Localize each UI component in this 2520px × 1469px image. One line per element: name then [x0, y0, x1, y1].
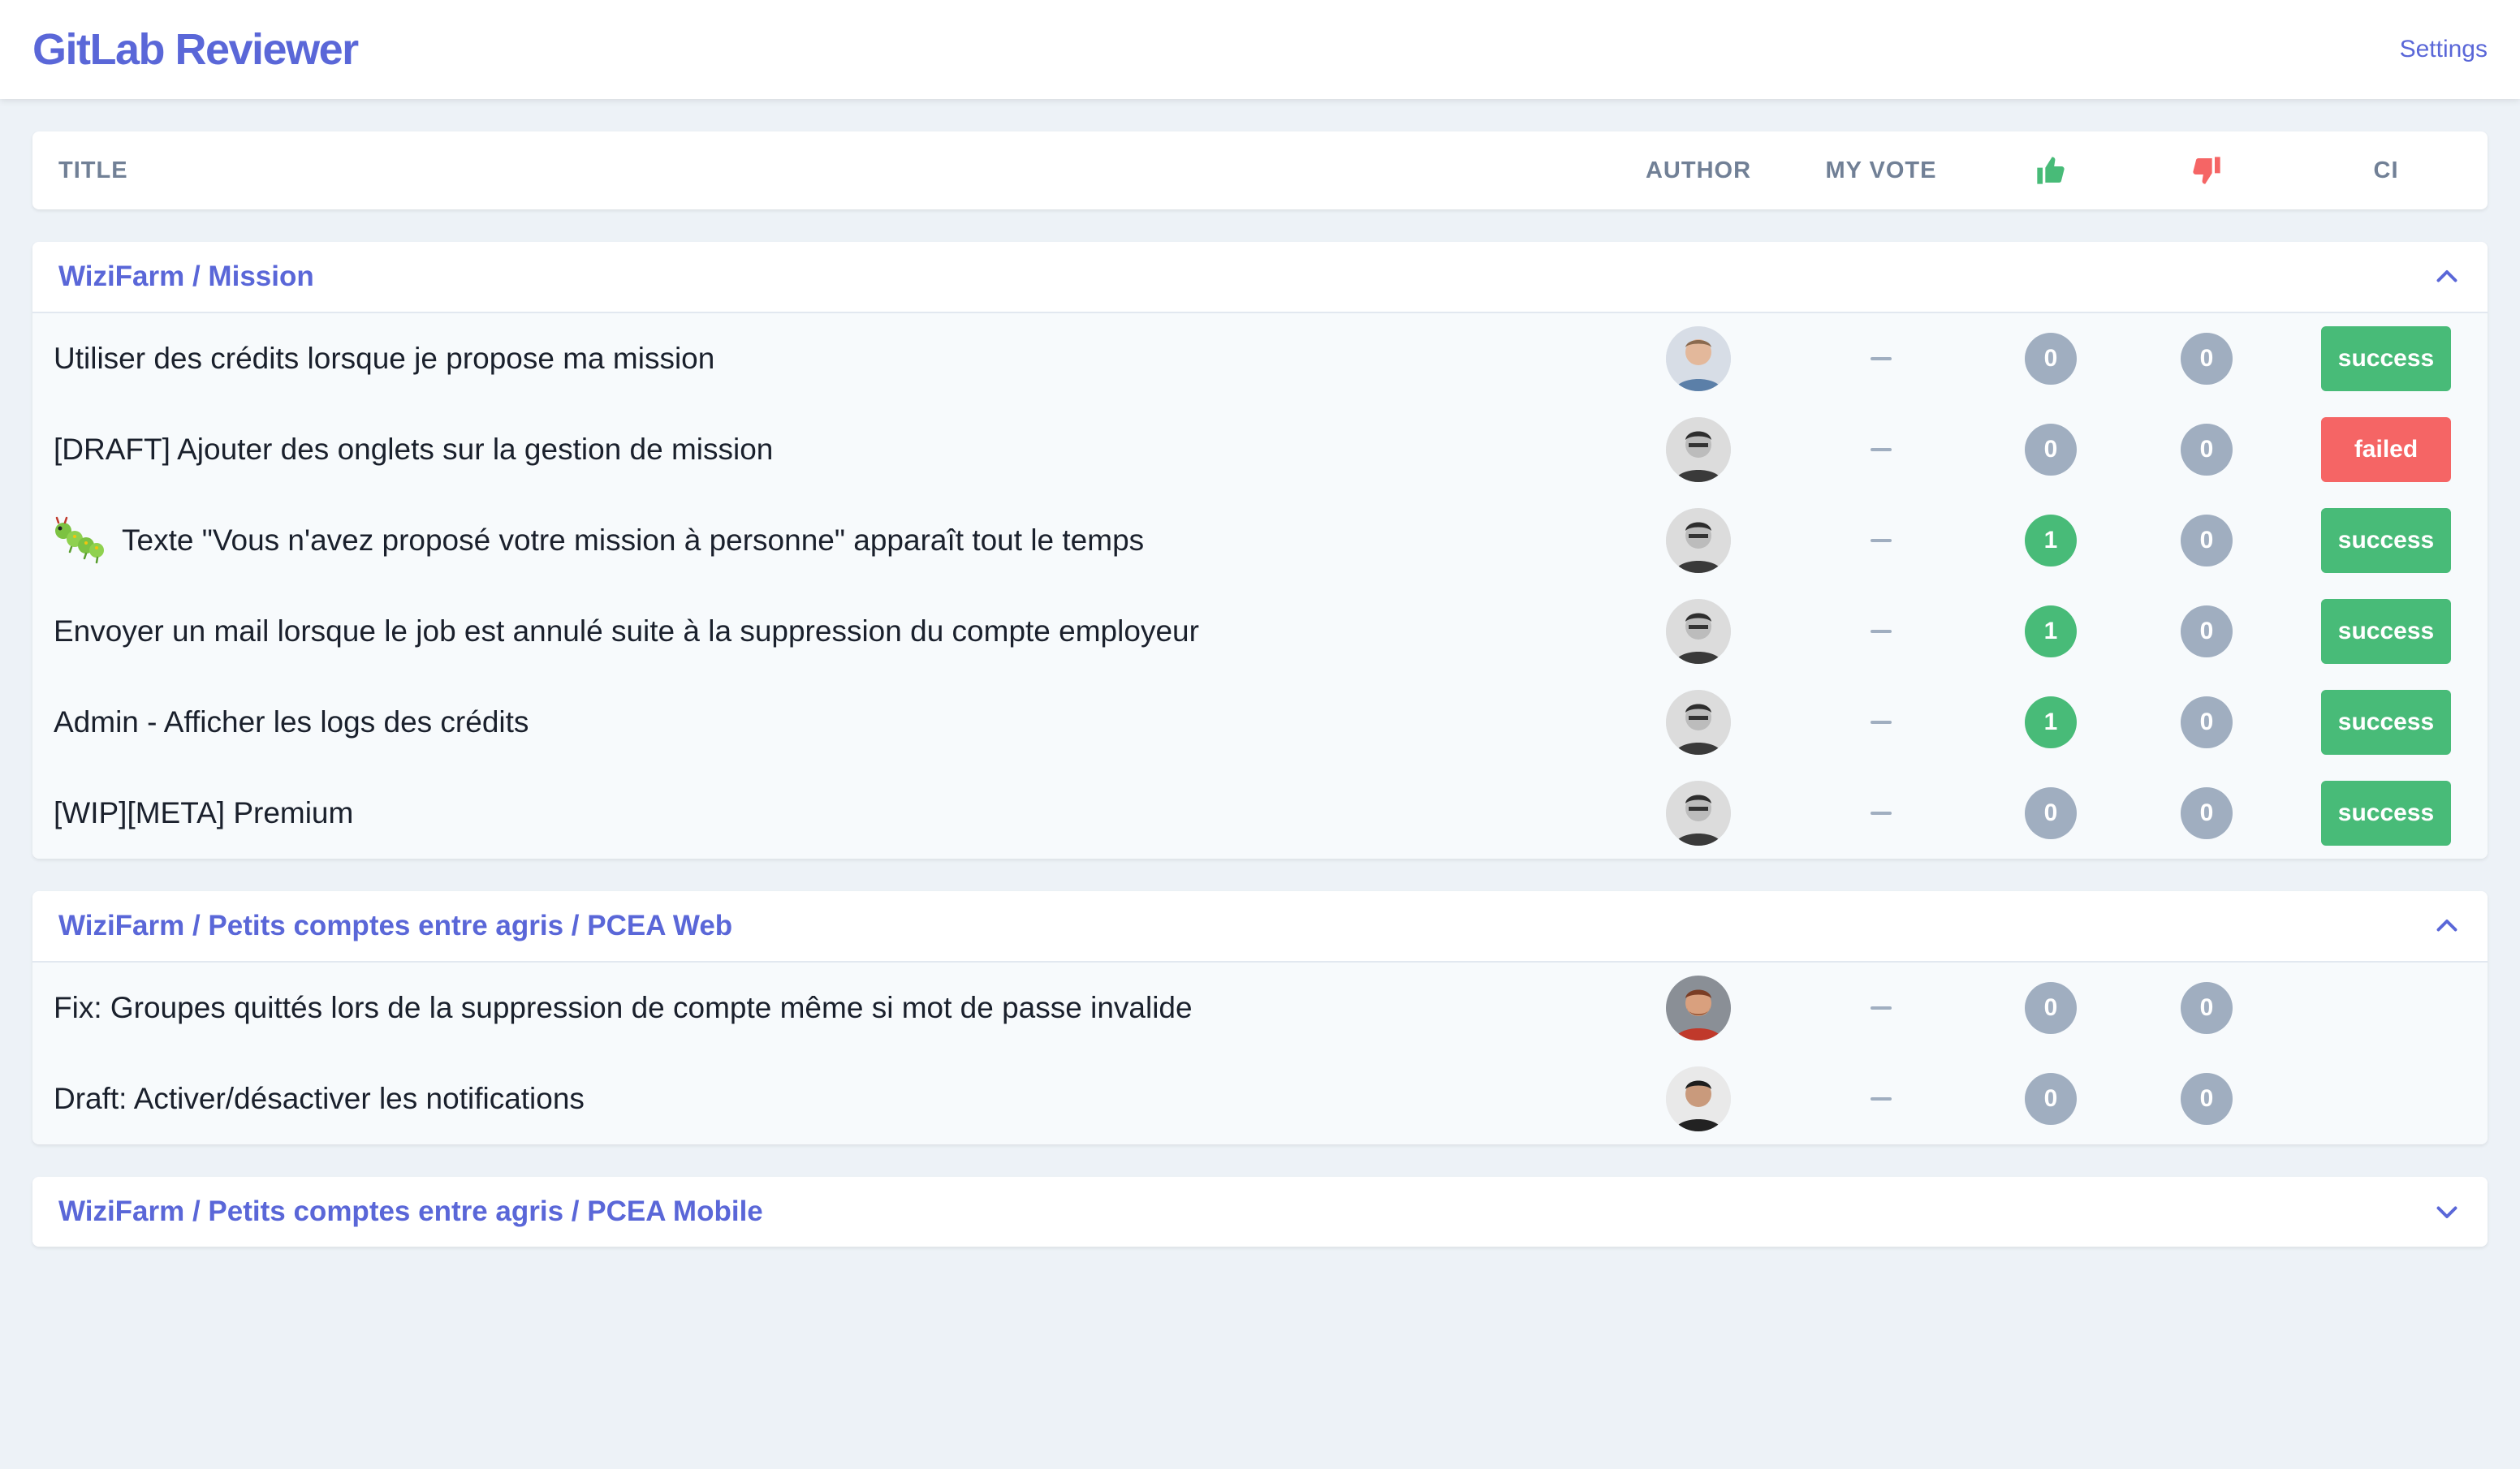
mr-title[interactable]: Texte "Vous n'avez proposé votre mission… — [122, 523, 1144, 558]
merge-request-row[interactable]: Utiliser des crédits lorsque je propose … — [32, 313, 2488, 404]
mr-title[interactable]: Admin - Afficher les logs des crédits — [54, 705, 529, 739]
upvote-count: 0 — [2025, 333, 2077, 385]
project-group-pcea-web: WiziFarm / Petits comptes entre agris / … — [32, 891, 2488, 1144]
upvote-count: 1 — [2025, 515, 2077, 566]
chevron-down-icon[interactable] — [2432, 1197, 2462, 1226]
merge-request-row[interactable]: Envoyer un mail lorsque le job est annul… — [32, 586, 2488, 677]
avatar — [1666, 1066, 1731, 1131]
ci-status-badge[interactable]: success — [2321, 781, 2451, 846]
merge-request-row[interactable]: [DRAFT] Ajouter des onglets sur la gesti… — [32, 404, 2488, 495]
downvote-count: 0 — [2181, 696, 2233, 748]
my-vote-empty — [1871, 448, 1892, 451]
mr-title[interactable]: Envoyer un mail lorsque le job est annul… — [54, 614, 1199, 648]
my-vote-empty — [1871, 539, 1892, 542]
my-vote-empty — [1871, 1006, 1892, 1010]
mr-title[interactable]: [DRAFT] Ajouter des onglets sur la gesti… — [54, 433, 773, 467]
upvote-count: 0 — [2025, 424, 2077, 476]
merge-request-row[interactable]: [WIP][META] Premium 0 0 success — [32, 768, 2488, 859]
group-title: WiziFarm / Mission — [58, 261, 314, 292]
column-header-ci: CI — [2373, 157, 2399, 183]
avatar — [1666, 690, 1731, 755]
upvote-count: 0 — [2025, 1073, 2077, 1125]
ci-status-badge[interactable]: success — [2321, 690, 2451, 755]
thumbs-up-icon — [2035, 154, 2067, 187]
avatar — [1666, 599, 1731, 664]
mr-title[interactable]: [WIP][META] Premium — [54, 796, 353, 830]
chevron-up-icon[interactable] — [2432, 911, 2462, 941]
column-header-my-vote: MY VOTE — [1825, 157, 1937, 183]
project-group-pcea-mobile: WiziFarm / Petits comptes entre agris / … — [32, 1177, 2488, 1247]
group-title: WiziFarm / Petits comptes entre agris / … — [58, 1195, 763, 1227]
merge-request-row[interactable]: Draft: Activer/désactiver les notificati… — [32, 1053, 2488, 1144]
merge-request-row[interactable]: Fix: Groupes quittés lors de la suppress… — [32, 963, 2488, 1053]
group-header-toggle[interactable]: WiziFarm / Mission — [32, 242, 2488, 312]
downvote-count: 0 — [2181, 333, 2233, 385]
ci-status-badge[interactable]: success — [2321, 508, 2451, 573]
group-title: WiziFarm / Petits comptes entre agris / … — [58, 910, 733, 941]
my-vote-empty — [1871, 630, 1892, 633]
downvote-count: 0 — [2181, 1073, 2233, 1125]
my-vote-empty — [1871, 721, 1892, 724]
downvote-count: 0 — [2181, 515, 2233, 566]
thumbs-down-icon — [2190, 154, 2223, 187]
mr-title[interactable]: Draft: Activer/désactiver les notificati… — [54, 1082, 585, 1116]
mr-title[interactable]: Utiliser des crédits lorsque je propose … — [54, 342, 714, 376]
merge-request-row[interactable]: Texte "Vous n'avez proposé votre mission… — [32, 495, 2488, 586]
app-title: GitLab Reviewer — [32, 25, 359, 74]
ci-status-badge[interactable]: success — [2321, 326, 2451, 391]
downvote-count: 0 — [2181, 424, 2233, 476]
downvote-count: 0 — [2181, 982, 2233, 1034]
avatar — [1666, 508, 1731, 573]
my-vote-empty — [1871, 357, 1892, 360]
downvote-count: 0 — [2181, 787, 2233, 839]
my-vote-empty — [1871, 812, 1892, 815]
project-group-mission: WiziFarm / Mission Utiliser des crédits … — [32, 242, 2488, 859]
upvote-count: 0 — [2025, 787, 2077, 839]
main-content: TITLE AUTHOR MY VOTE CI WiziFarm / Missi… — [32, 131, 2488, 1247]
downvote-count: 0 — [2181, 605, 2233, 657]
group-header-toggle[interactable]: WiziFarm / Petits comptes entre agris / … — [32, 891, 2488, 961]
bug-icon — [54, 515, 106, 566]
merge-request-row[interactable]: Admin - Afficher les logs des crédits 1 … — [32, 677, 2488, 768]
ci-status-badge[interactable]: success — [2321, 599, 2451, 664]
mr-title[interactable]: Fix: Groupes quittés lors de la suppress… — [54, 991, 1193, 1025]
group-header-toggle[interactable]: WiziFarm / Petits comptes entre agris / … — [32, 1177, 2488, 1247]
avatar — [1666, 976, 1731, 1040]
avatar — [1666, 417, 1731, 482]
table-header: TITLE AUTHOR MY VOTE CI — [32, 131, 2488, 209]
top-navbar: GitLab Reviewer Settings — [0, 0, 2520, 99]
column-header-title: TITLE — [58, 157, 128, 183]
upvote-count: 1 — [2025, 696, 2077, 748]
avatar — [1666, 781, 1731, 846]
upvote-count: 0 — [2025, 982, 2077, 1034]
my-vote-empty — [1871, 1097, 1892, 1101]
settings-link[interactable]: Settings — [2400, 36, 2488, 63]
avatar — [1666, 326, 1731, 391]
chevron-up-icon[interactable] — [2432, 262, 2462, 291]
upvote-count: 1 — [2025, 605, 2077, 657]
column-header-author: AUTHOR — [1645, 157, 1752, 183]
ci-status-badge[interactable]: failed — [2321, 417, 2451, 482]
